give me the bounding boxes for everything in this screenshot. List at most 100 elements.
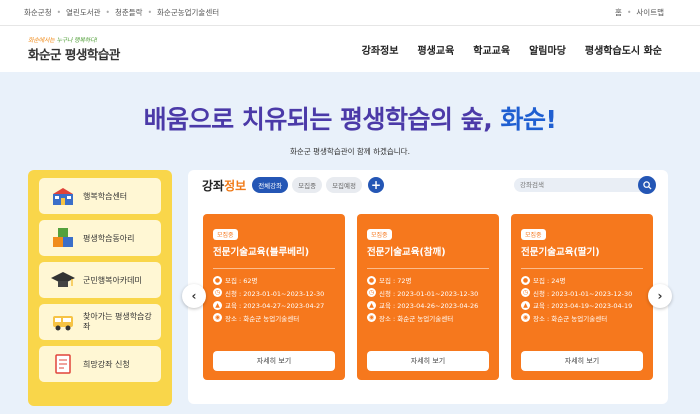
course-card-list: 모집중 전문기술교육(블루베리) ● 모집 : 62명 ◷ 신청 : 2023-01…	[203, 214, 653, 382]
application-form-icon	[49, 352, 77, 376]
course-capacity: 모집 : 24명	[533, 277, 566, 286]
hero-title-accent: 화순!	[500, 105, 557, 134]
course-capacity-row: ● 모집 : 24명	[521, 274, 643, 287]
quick-item-label: 군민행복아카데미	[83, 275, 142, 285]
course-place: 장소 : 화순군 농업기술센터	[379, 314, 454, 323]
location-pin-icon: ◉	[367, 313, 376, 323]
course-panel-title-a: 강좌	[202, 178, 225, 193]
course-capacity: 모집 : 62명	[225, 277, 258, 286]
course-info-panel: 강좌정보 전체강좌 모집중 모집예정 + 모집중 전문기술교육(블루베리) ●모…	[188, 170, 668, 404]
course-education-period: 교육 : 2023-04-19~2023-04-19	[533, 302, 633, 311]
course-card[interactable]: 모집중 전문기술교육(블루베리) ● 모집 : 62명 ◷ 신청 : 2023-01…	[203, 214, 345, 380]
logo-slogan: 화순에서는 누구나 행복하다!	[28, 35, 120, 44]
nav-learning-city[interactable]: 평생학습도시 화순	[585, 42, 662, 57]
hero-title: 배움으로 치유되는 평생학습의 숲, 화순!	[0, 100, 700, 136]
course-education-period: 교육 : 2023-04-26~2023-04-26	[379, 302, 479, 311]
view-details-button[interactable]: 자세히 보기	[521, 351, 643, 371]
tab-upcoming[interactable]: 모집예정	[326, 177, 362, 193]
nav-course-info[interactable]: 강좌정보	[362, 42, 399, 57]
quick-item-label: 행복학습센터	[83, 191, 128, 201]
location-pin-icon: ◉	[213, 313, 222, 323]
course-search-input[interactable]	[514, 181, 634, 189]
link-agri-tech-center[interactable]: 화순군농업기술센터	[157, 7, 219, 18]
chevron-left-icon: ‹	[191, 289, 197, 303]
school-building-icon	[49, 184, 77, 208]
course-place: 장소 : 화순군 농업기술센터	[225, 314, 300, 323]
location-pin-icon: ◉	[521, 313, 530, 323]
course-panel-title: 강좌정보	[202, 177, 246, 194]
chevron-right-icon: ›	[657, 289, 663, 303]
bus-icon	[49, 310, 77, 334]
clock-icon: ◷	[213, 288, 222, 298]
quick-item-visiting-course[interactable]: 찾아가는 평생학습강좌	[39, 304, 161, 340]
course-apply-row: ◷ 신청 : 2023-01-01~2023-12-30	[213, 287, 335, 300]
separator-dot: •	[626, 8, 632, 17]
site-logo[interactable]: 화순에서는 누구나 행복하다! 화순군 평생학습관	[28, 35, 120, 63]
hero-subtitle: 화순군 평생학습관이 함께 하겠습니다.	[290, 147, 410, 156]
course-period-row: ▲ 교육 : 2023-04-19~2023-04-19	[521, 299, 643, 312]
tab-recruiting[interactable]: 모집중	[292, 177, 323, 193]
course-education-period: 교육 : 2023-04-27~2023-04-27	[225, 302, 325, 311]
course-panel-title-b: 정보	[224, 178, 247, 193]
quick-item-label: 평생학습동아리	[83, 233, 135, 243]
main-navigation: 강좌정보 평생교육 학교교육 알림마당 평생학습도시 화순	[362, 42, 662, 57]
nav-school-education[interactable]: 학교교육	[473, 42, 510, 57]
link-youth-deulrak[interactable]: 청춘들락	[115, 7, 143, 18]
graduation-cap-icon	[49, 268, 77, 292]
person-icon: ●	[213, 275, 222, 285]
quick-item-learning-club[interactable]: 평생학습동아리	[39, 220, 161, 256]
site-header: 화순에서는 누구나 행복하다! 화순군 평생학습관 강좌정보 평생교육 학교교육…	[0, 26, 700, 72]
quick-item-course-request[interactable]: 희망강좌 신청	[39, 346, 161, 382]
logo-slogan-part-b: 누구나 행복하다!	[56, 37, 98, 44]
course-apply-period: 신청 : 2023-01-01~2023-12-30	[225, 289, 325, 298]
course-filter-tabs: 전체강좌 모집중 모집예정 +	[252, 177, 384, 193]
logo-slogan-part-a: 화순에서는	[28, 37, 55, 44]
view-details-button[interactable]: 자세히 보기	[367, 351, 489, 371]
hero-title-main: 배움으로 치유되는 평생학습의 숲,	[143, 105, 493, 134]
link-hwasun-county[interactable]: 화순군청	[24, 7, 52, 18]
course-capacity-row: ● 모집 : 62명	[213, 274, 335, 287]
carousel-prev-button[interactable]: ‹	[182, 284, 206, 308]
status-badge: 모집중	[213, 229, 238, 240]
separator-dot: •	[56, 8, 62, 17]
blocks-icon	[49, 226, 77, 250]
course-place-row: ◉ 장소 : 화순군 농업기술센터	[213, 312, 335, 325]
utility-links: 홈 • 사이트맵	[615, 7, 664, 18]
education-cap-icon: ▲	[213, 300, 222, 310]
carousel-next-button[interactable]: ›	[648, 284, 672, 308]
search-icon[interactable]	[638, 176, 656, 194]
quick-item-label: 찾아가는 평생학습강좌	[83, 312, 152, 331]
course-search-box	[514, 176, 656, 194]
person-icon: ●	[521, 275, 530, 285]
nav-lifelong-education[interactable]: 평생교육	[417, 42, 454, 57]
sitemap-link[interactable]: 사이트맵	[636, 7, 664, 18]
link-open-library[interactable]: 열린도서관	[66, 7, 101, 18]
clock-icon: ◷	[367, 288, 376, 298]
family-site-links: 화순군청 • 열린도서관 • 청춘들락 • 화순군농업기술센터	[24, 7, 219, 18]
card-divider	[521, 268, 643, 269]
tab-all-courses[interactable]: 전체강좌	[252, 177, 289, 193]
course-panel-header: 강좌정보 전체강좌 모집중 모집예정 +	[188, 170, 668, 200]
more-courses-plus-button[interactable]: +	[367, 177, 384, 193]
status-badge: 모집중	[367, 229, 392, 240]
course-place: 장소 : 화순군 농업기술센터	[533, 314, 608, 323]
main-visual-area: 배움으로 치유되는 평생학습의 숲, 화순! 화순군 평생학습관이 함께 하겠습…	[0, 72, 700, 414]
card-divider	[213, 268, 335, 269]
clock-icon: ◷	[521, 288, 530, 298]
quick-item-label: 희망강좌 신청	[83, 359, 130, 369]
nav-notice[interactable]: 알림마당	[529, 42, 566, 57]
logo-name: 화순군 평생학습관	[28, 47, 120, 62]
course-card[interactable]: 모집중 전문기술교육(딸기) ● 모집 : 24명 ◷ 신청 : 2023-01-0…	[511, 214, 653, 380]
quick-item-happiness-academy[interactable]: 군민행복아카데미	[39, 262, 161, 298]
course-period-row: ▲ 교육 : 2023-04-27~2023-04-27	[213, 299, 335, 312]
course-card[interactable]: 모집중 전문기술교육(참깨) ● 모집 : 72명 ◷ 신청 : 2023-01-0…	[357, 214, 499, 380]
separator-dot: •	[147, 8, 153, 17]
course-apply-row: ◷ 신청 : 2023-01-01~2023-12-30	[367, 287, 489, 300]
quick-item-happy-learning-center[interactable]: 행복학습센터	[39, 178, 161, 214]
course-place-row: ◉ 장소 : 화순군 농업기술센터	[367, 312, 489, 325]
course-apply-period: 신청 : 2023-01-01~2023-12-30	[379, 289, 479, 298]
card-divider	[367, 268, 489, 269]
view-details-button[interactable]: 자세히 보기	[213, 351, 335, 371]
home-link[interactable]: 홈	[615, 7, 622, 18]
course-title: 전문기술교육(블루베리)	[213, 247, 310, 258]
